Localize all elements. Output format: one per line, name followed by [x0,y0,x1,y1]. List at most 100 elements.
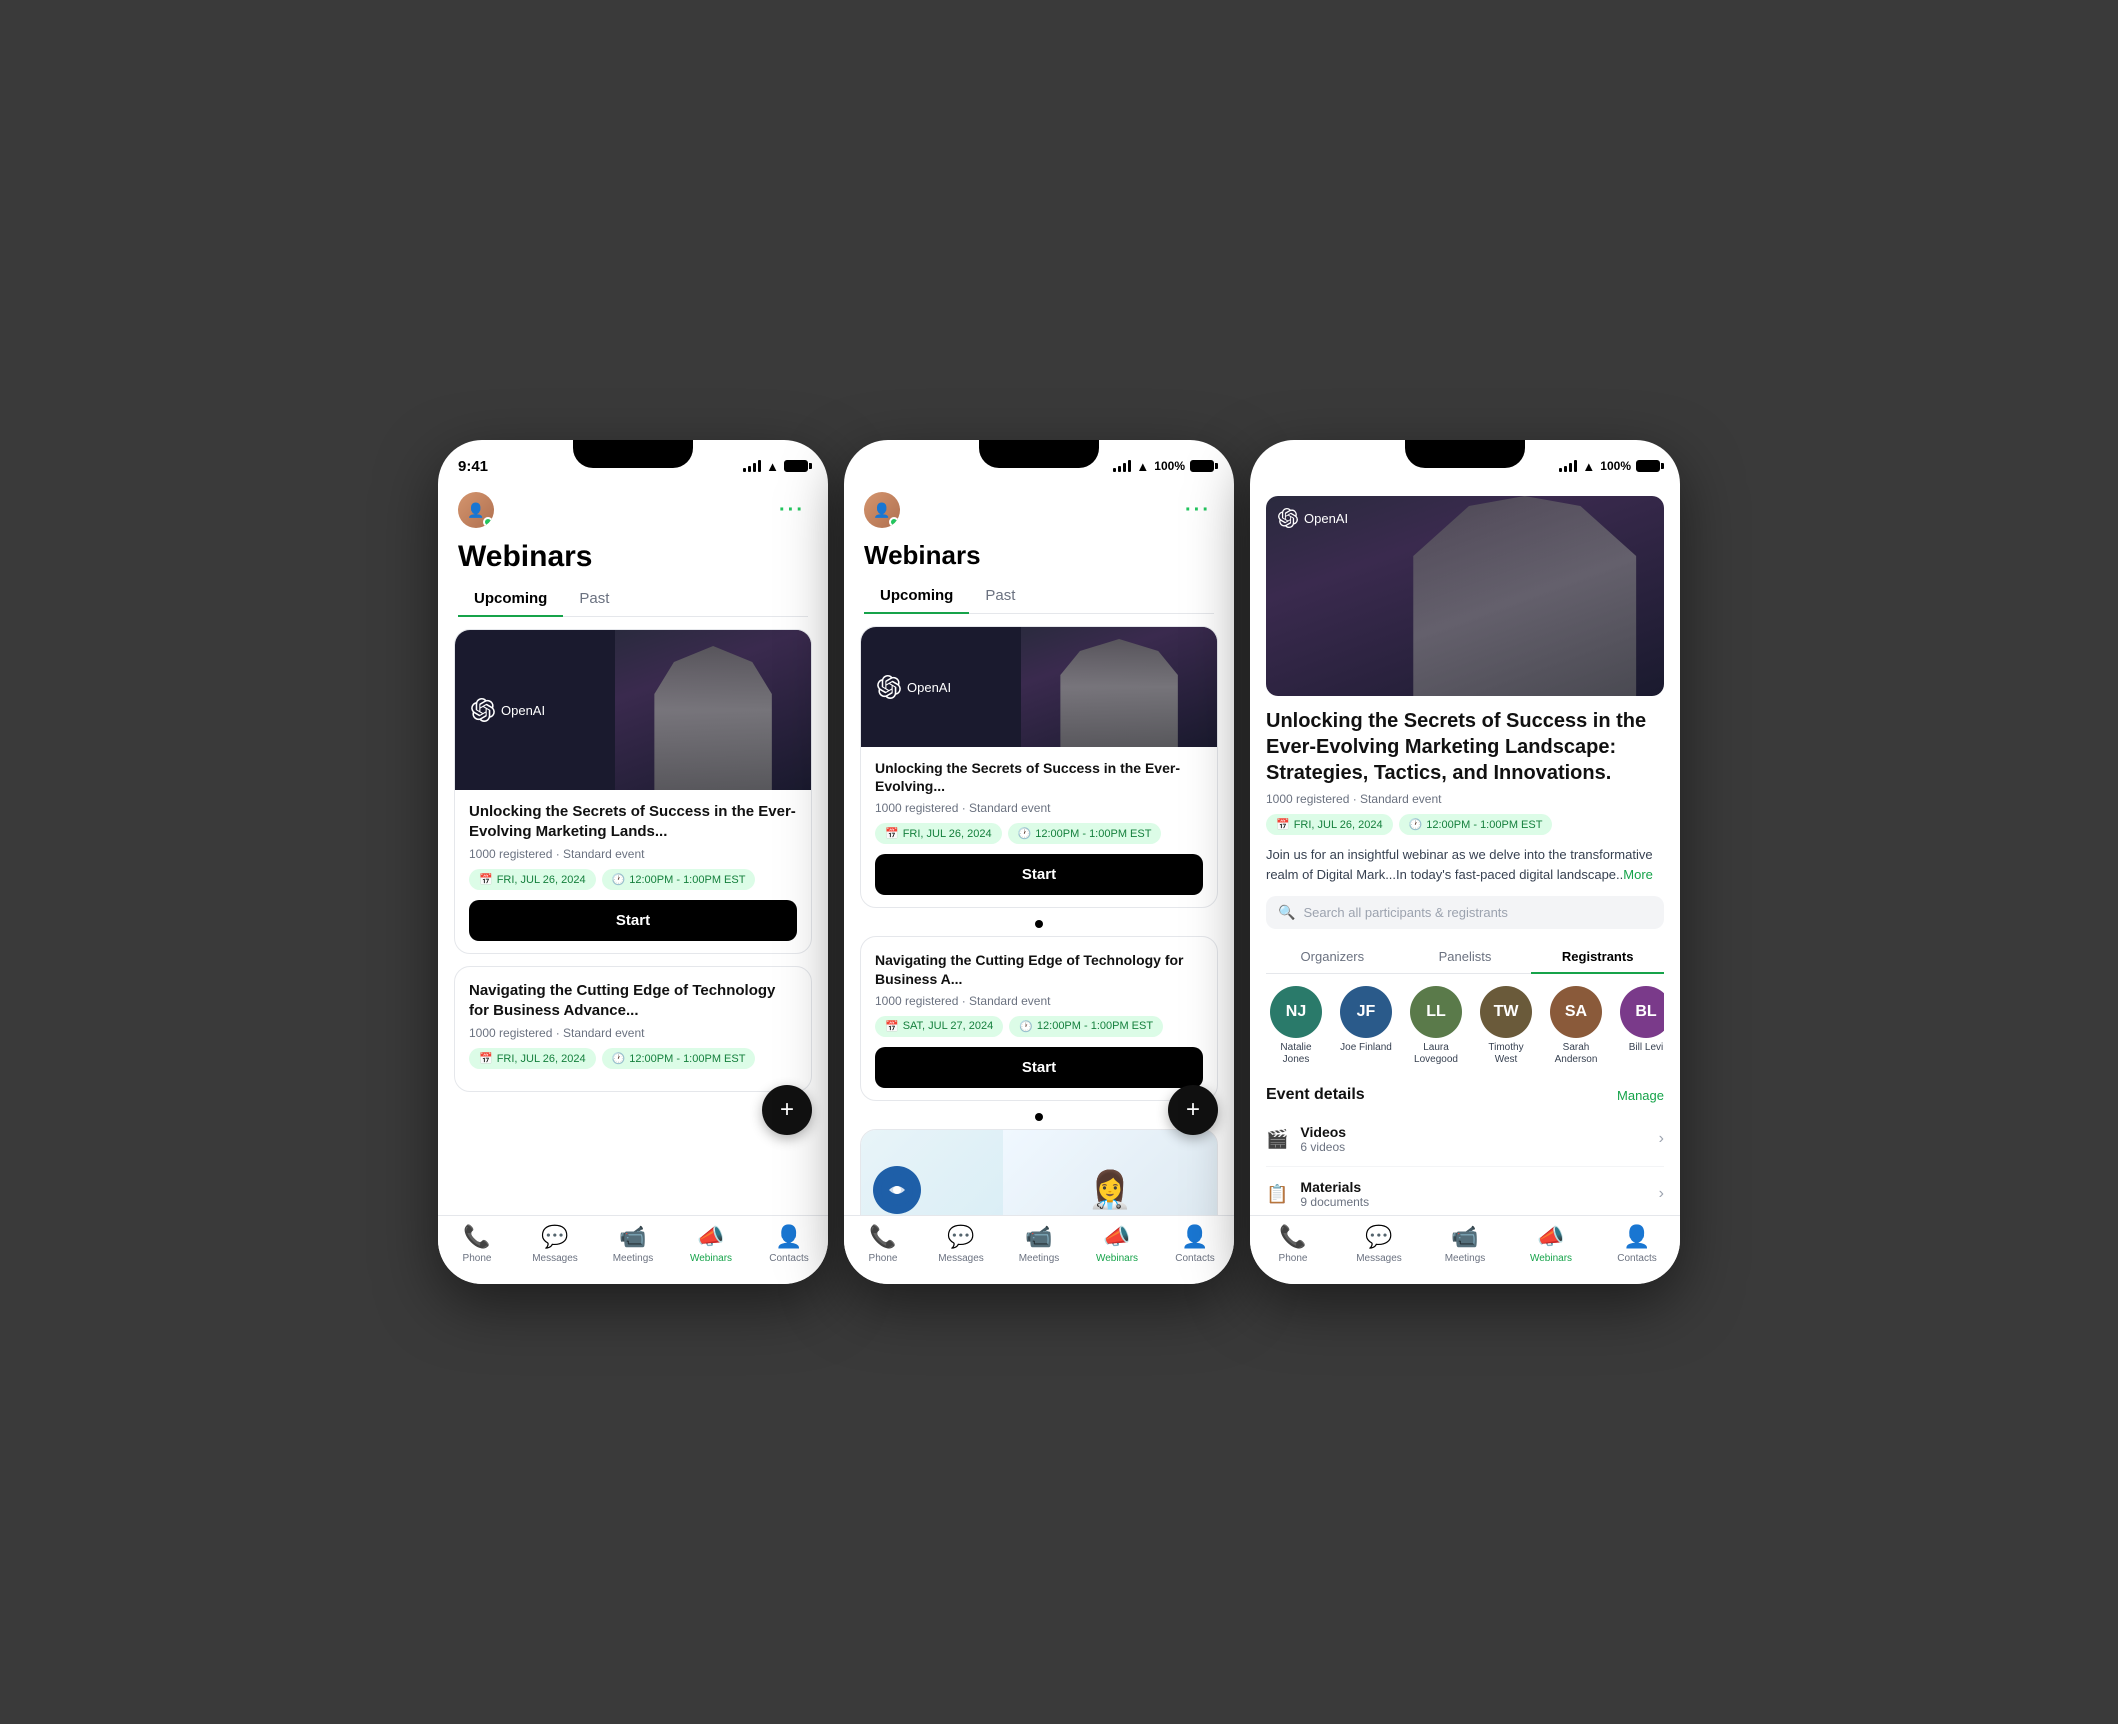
online-indicator-2 [889,517,899,527]
nav-messages-1[interactable]: 💬 Messages [516,1224,594,1264]
name-jf: Joe Finland [1340,1042,1392,1054]
webinar-card-p2-1[interactable]: OpenAI Unlocking the Secrets of Success … [860,626,1218,908]
online-indicator [483,517,493,527]
detail-robot-silhouette [1385,496,1664,696]
webinar-card-p2-3[interactable]: 👩‍⚕️ Enhancing Patient Care with Emergin… [860,1129,1218,1215]
card-title-p2-2: Navigating the Cutting Edge of Technolog… [875,951,1203,987]
fab-button-2[interactable]: + [1168,1085,1218,1135]
nav-messages-2[interactable]: 💬 Messages [922,1224,1000,1264]
event-detail-videos-info: Videos 6 videos [1300,1124,1346,1154]
meetings-nav-icon-3: 📹 [1451,1224,1478,1250]
carousel-dots-2 [860,1113,1218,1121]
webinar-card-1[interactable]: OpenAI Unlocking the Secrets of Success … [454,629,812,954]
manage-button[interactable]: Manage [1617,1088,1664,1103]
videos-label: Videos [1300,1124,1346,1140]
openai-text-1: OpenAI [501,703,545,718]
nav-contacts-label-1: Contacts [769,1253,808,1264]
date-tag-p2-2: 📅 SAT, JUL 27, 2024 [875,1016,1003,1037]
notch-2 [979,440,1099,468]
nav-webinars-1[interactable]: 📣 Webinars [672,1224,750,1264]
date-tag-p2-1: 📅 FRI, JUL 26, 2024 [875,823,1002,844]
fab-button-1[interactable]: + [762,1085,812,1135]
tab-upcoming-1[interactable]: Upcoming [458,582,563,617]
event-details-title: Event details [1266,1086,1365,1104]
nav-contacts-3[interactable]: 👤 Contacts [1594,1224,1680,1264]
date-tag-2: 📅 FRI, JUL 26, 2024 [469,1048,596,1069]
registrant-sa[interactable]: SA Sarah Anderson [1546,986,1606,1066]
nav-meetings-label-1: Meetings [613,1253,654,1264]
more-link[interactable]: More [1623,867,1653,882]
battery-icon-3 [1636,460,1660,472]
meetings-nav-icon-1: 📹 [619,1224,646,1250]
event-detail-materials-info: Materials 9 documents [1300,1179,1369,1209]
card-meta-2: 1000 registered · Standard event [469,1026,797,1040]
tab-panelists[interactable]: Panelists [1399,941,1532,974]
battery-icon-2 [1190,460,1214,472]
registrant-nj[interactable]: NJ Natalie Jones [1266,986,1326,1066]
card-meta-p2-1: 1000 registered · Standard event [875,801,1203,815]
detail-meta: 1000 registered · Standard event [1266,792,1664,806]
registrant-jf[interactable]: JF Joe Finland [1336,986,1396,1066]
event-detail-materials-left: 📋 Materials 9 documents [1266,1179,1369,1209]
contacts-nav-icon-1: 👤 [775,1224,802,1250]
detail-date-tag: 📅 FRI, JUL 26, 2024 [1266,814,1393,835]
calendar-icon-1: 📅 [479,873,493,886]
webinar-card-p2-2[interactable]: Navigating the Cutting Edge of Technolog… [860,936,1218,1100]
nav-webinars-3[interactable]: 📣 Webinars [1508,1224,1594,1264]
start-button-1[interactable]: Start [469,900,797,941]
start-button-p2-2[interactable]: Start [875,1047,1203,1088]
user-avatar-2[interactable]: 👤 [864,492,900,528]
materials-count: 9 documents [1300,1195,1369,1209]
time-tag-p2-1: 🕐 12:00PM - 1:00PM EST [1008,823,1162,844]
user-avatar-1[interactable]: 👤 [458,492,494,528]
nav-phone-1[interactable]: 📞 Phone [438,1224,516,1264]
medical-card-image: 👩‍⚕️ [861,1130,1217,1215]
battery-percent-3: 100% [1600,459,1631,473]
openai-logo-p2: OpenAI [877,675,951,699]
nav-messages-3[interactable]: 💬 Messages [1336,1224,1422,1264]
name-ll: Laura Lovegood [1406,1042,1466,1066]
nav-messages-label-1: Messages [532,1253,578,1264]
nav-phone-3[interactable]: 📞 Phone [1250,1224,1336,1264]
card-title-2: Navigating the Cutting Edge of Technolog… [469,981,797,1020]
tab-upcoming-2[interactable]: Upcoming [864,579,969,614]
webinars-nav-icon-1: 📣 [697,1224,724,1250]
tab-registrants[interactable]: Registrants [1531,941,1664,974]
nav-contacts-label-3: Contacts [1617,1253,1656,1264]
tab-past-2[interactable]: Past [969,579,1031,614]
detail-tags: 📅 FRI, JUL 26, 2024 🕐 12:00PM - 1:00PM E… [1266,814,1664,835]
nav-meetings-1[interactable]: 📹 Meetings [594,1224,672,1264]
phone-1: 9:41 ▲ 👤 ··· [438,440,828,1284]
phone-2: ▲ 100% 👤 ··· Webinars Upcoming [844,440,1234,1284]
registrant-bl[interactable]: BL Bill Levi [1616,986,1664,1066]
medical-image-right: 👩‍⚕️ [1003,1130,1217,1215]
event-detail-videos[interactable]: 🎬 Videos 6 videos › [1266,1112,1664,1167]
battery-icon [784,460,808,472]
medical-icon [881,1174,913,1206]
phone-nav-icon-3: 📞 [1279,1224,1306,1250]
more-button-1[interactable]: ··· [776,494,808,526]
status-time-1: 9:41 [458,458,488,475]
registrant-ll[interactable]: LL Laura Lovegood [1406,986,1466,1066]
nav-meetings-3[interactable]: 📹 Meetings [1422,1224,1508,1264]
webinar-card-2[interactable]: Navigating the Cutting Edge of Technolog… [454,966,812,1092]
more-button-2[interactable]: ··· [1182,494,1214,526]
nav-webinars-2[interactable]: 📣 Webinars [1078,1224,1156,1264]
battery-percent-2: 100% [1154,459,1185,473]
nav-contacts-2[interactable]: 👤 Contacts [1156,1224,1234,1264]
tab-past-1[interactable]: Past [563,582,625,617]
contacts-nav-icon-2: 👤 [1181,1224,1208,1250]
nav-contacts-1[interactable]: 👤 Contacts [750,1224,828,1264]
nav-messages-label-2: Messages [938,1253,984,1264]
calendar-icon-p2-2: 📅 [885,1020,899,1033]
start-button-p2-1[interactable]: Start [875,854,1203,895]
event-detail-materials[interactable]: 📋 Materials 9 documents › [1266,1167,1664,1215]
registrant-tw[interactable]: TW Timothy West [1476,986,1536,1066]
card-meta-1: 1000 registered · Standard event [469,847,797,861]
status-icons-1: ▲ [743,459,808,474]
tab-organizers[interactable]: Organizers [1266,941,1399,974]
search-bar[interactable]: 🔍 Search all participants & registrants [1266,896,1664,929]
phone-nav-icon-2: 📞 [869,1224,896,1250]
nav-phone-2[interactable]: 📞 Phone [844,1224,922,1264]
nav-meetings-2[interactable]: 📹 Meetings [1000,1224,1078,1264]
